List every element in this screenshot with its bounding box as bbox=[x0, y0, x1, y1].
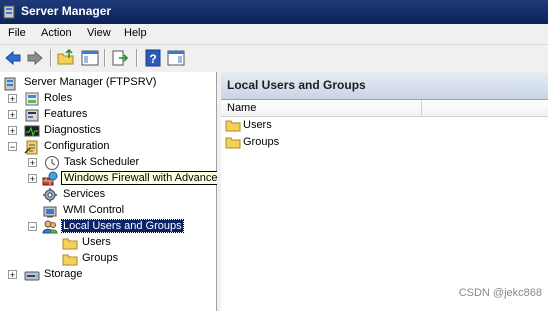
tree-item-local-users-and-groups[interactable]: − Local Users and Groups bbox=[28, 219, 214, 235]
wmi-icon bbox=[43, 206, 57, 218]
tree-item-server-manager[interactable]: Server Manager (FTPSRV) bbox=[4, 75, 214, 91]
gear-icon bbox=[43, 188, 57, 202]
tree-item-users[interactable]: Users bbox=[62, 235, 214, 251]
content-title: Local Users and Groups bbox=[227, 78, 366, 92]
column-divider[interactable] bbox=[421, 100, 422, 116]
features-icon bbox=[25, 109, 39, 122]
column-header-row: Name bbox=[221, 100, 548, 117]
expand-icon[interactable]: + bbox=[8, 126, 17, 136]
collapse-icon[interactable]: − bbox=[8, 142, 17, 152]
tree-label: Services bbox=[63, 188, 106, 200]
menu-help[interactable]: Help bbox=[124, 27, 147, 39]
diagnostics-icon bbox=[24, 125, 40, 137]
users-icon bbox=[42, 220, 58, 234]
tree-item-services[interactable]: Services bbox=[28, 187, 214, 203]
up-folder-icon[interactable] bbox=[56, 49, 76, 67]
tree-label: Groups bbox=[82, 252, 119, 264]
expand-icon[interactable]: + bbox=[8, 94, 17, 104]
toolbar-separator bbox=[50, 49, 52, 67]
folder-icon bbox=[62, 254, 78, 266]
tree-item-features[interactable]: + Features bbox=[8, 107, 208, 123]
tree-label-selected: Local Users and Groups bbox=[61, 219, 184, 233]
menu-file[interactable]: File bbox=[8, 27, 26, 39]
menu-bar: File Action View Help bbox=[0, 24, 548, 44]
menu-view[interactable]: View bbox=[87, 27, 111, 39]
tree-label: Roles bbox=[44, 92, 73, 104]
console-tree: Server Manager (FTPSRV) + Roles + Featur… bbox=[0, 72, 270, 311]
svg-text:?: ? bbox=[149, 52, 156, 66]
tree-label: Diagnostics bbox=[44, 124, 101, 136]
storage-icon bbox=[24, 271, 40, 281]
content-list: Users Groups bbox=[221, 117, 548, 311]
tree-label: Configuration bbox=[44, 140, 110, 152]
tree-item-roles[interactable]: + Roles bbox=[8, 91, 208, 107]
tree-label: Users bbox=[82, 236, 111, 248]
expand-icon[interactable]: + bbox=[28, 158, 37, 168]
folder-icon bbox=[225, 137, 241, 149]
tree-item-groups[interactable]: Groups bbox=[62, 251, 214, 267]
title-bar: Server Manager bbox=[0, 0, 548, 24]
expand-icon[interactable]: + bbox=[8, 110, 17, 120]
server-manager-icon bbox=[3, 5, 15, 19]
toolbar-separator bbox=[136, 49, 138, 67]
tree-item-storage[interactable]: + Storage bbox=[8, 267, 208, 283]
toolbar-separator bbox=[104, 49, 106, 67]
configuration-icon bbox=[24, 140, 38, 155]
folder-icon bbox=[225, 120, 241, 132]
firewall-icon bbox=[42, 171, 58, 186]
export-list-icon[interactable] bbox=[110, 49, 130, 67]
clock-icon bbox=[45, 156, 59, 170]
back-arrow-icon[interactable] bbox=[3, 49, 23, 67]
tree-label: WMI Control bbox=[63, 204, 125, 216]
collapse-icon[interactable]: − bbox=[28, 222, 37, 232]
tree-label: Features bbox=[44, 108, 88, 120]
forward-arrow-icon[interactable] bbox=[25, 49, 45, 67]
help-icon[interactable]: ? bbox=[143, 49, 163, 67]
show-hide-tree-icon[interactable] bbox=[80, 49, 100, 67]
tree-item-configuration[interactable]: − Configuration bbox=[8, 139, 208, 155]
action-pane-icon[interactable] bbox=[166, 49, 186, 67]
tree-item-wmi-control[interactable]: WMI Control bbox=[28, 203, 214, 219]
folder-icon bbox=[62, 238, 78, 250]
watermark: CSDN @jekc868 bbox=[458, 287, 542, 299]
window-title: Server Manager bbox=[21, 4, 112, 18]
tree-label: Task Scheduler bbox=[64, 156, 140, 168]
tree-label: Server Manager (FTPSRV) bbox=[24, 76, 157, 88]
column-header-name[interactable]: Name bbox=[227, 102, 256, 114]
content-header: Local Users and Groups bbox=[221, 72, 548, 100]
list-item-label: Groups bbox=[243, 136, 280, 148]
roles-icon bbox=[25, 92, 39, 106]
tree-item-diagnostics[interactable]: + Diagnostics bbox=[8, 123, 208, 139]
tree-label: Storage bbox=[44, 268, 83, 280]
list-item-label: Users bbox=[243, 119, 272, 131]
server-icon bbox=[4, 77, 16, 91]
menu-action[interactable]: Action bbox=[41, 27, 72, 39]
expand-icon[interactable]: + bbox=[8, 270, 17, 280]
toolbar: ? bbox=[0, 44, 548, 73]
tree-item-task-scheduler[interactable]: + Task Scheduler bbox=[28, 155, 214, 171]
expand-icon[interactable]: + bbox=[28, 174, 37, 184]
